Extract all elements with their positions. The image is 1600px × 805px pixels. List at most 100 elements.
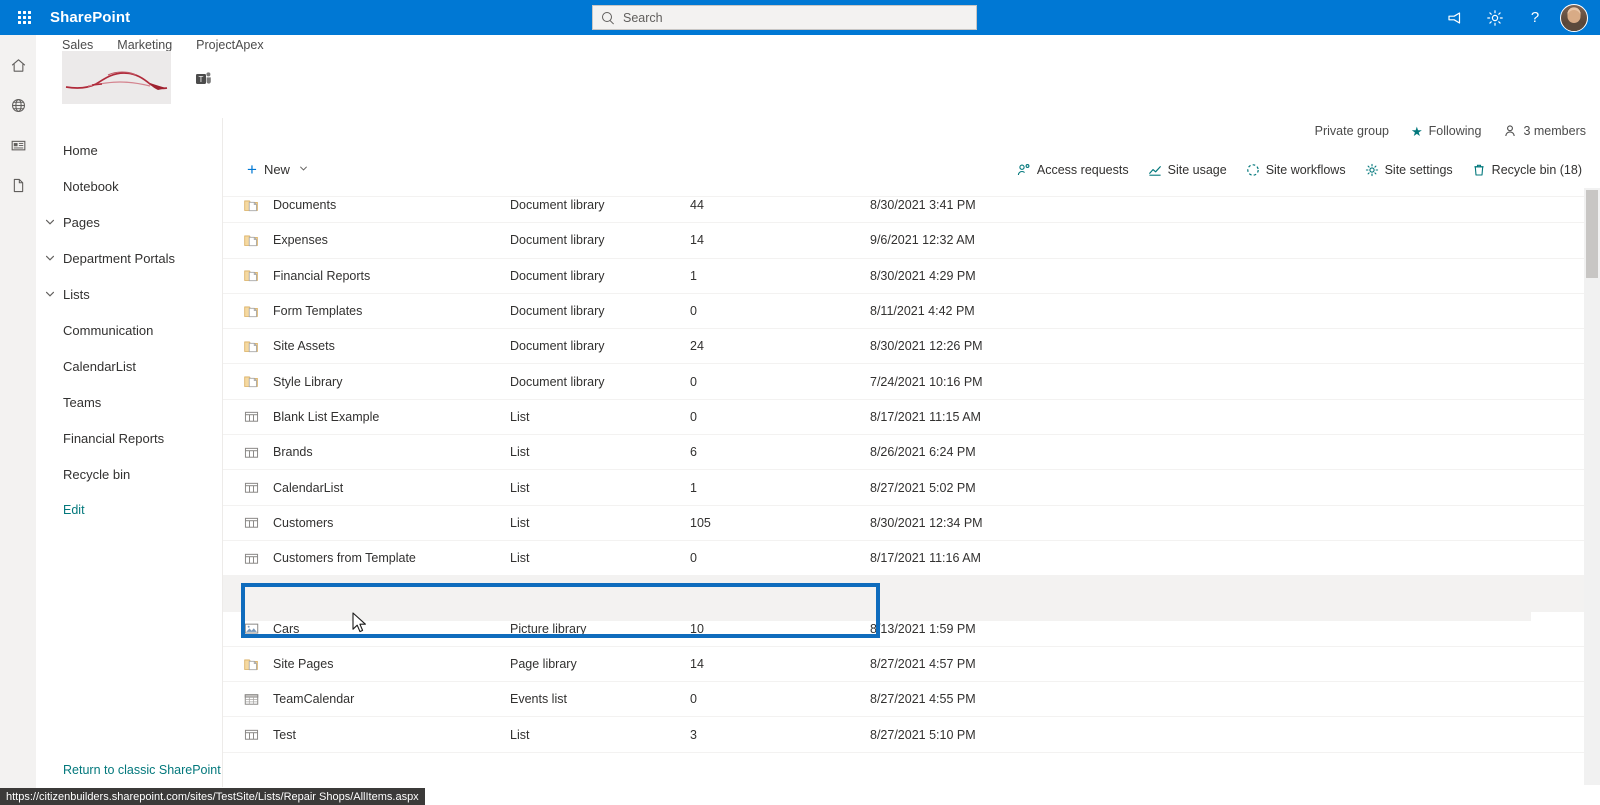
nav-item-teams[interactable]: Teams xyxy=(36,384,222,420)
row-name-link[interactable]: Test xyxy=(265,728,470,742)
table-row-selected[interactable]: Repair Shops ⋮ List 6 8/30/2021 4:09 PM xyxy=(223,576,1584,612)
table-row[interactable]: Site Pages⋮Page library148/27/2021 4:57 … xyxy=(223,647,1584,683)
site-contents-list: Documents ⋮ Document library 44 8/30/2021 3:… xyxy=(223,188,1584,785)
row-name-link[interactable]: Cars xyxy=(265,622,470,636)
megaphone-icon[interactable] xyxy=(1436,0,1474,35)
table-row[interactable]: Blank List Example⋮List08/17/2021 11:15 … xyxy=(223,400,1584,436)
document-library-icon xyxy=(223,197,265,214)
list-icon xyxy=(223,550,265,567)
row-type: List xyxy=(510,727,530,742)
row-name-link[interactable]: Form Templates xyxy=(265,304,470,318)
nav-label: Home xyxy=(63,142,98,158)
nav-item-communication[interactable]: Communication xyxy=(36,312,222,348)
following-button[interactable]: ★ Following xyxy=(1411,124,1481,138)
row-modified-date: 8/30/2021 3:41 PM xyxy=(870,198,976,213)
sharepoint-brand-label[interactable]: SharePoint xyxy=(48,9,130,26)
row-name-link[interactable]: Site Pages xyxy=(265,657,470,671)
row-modified-date: 8/27/2021 4:55 PM xyxy=(870,692,976,707)
table-row[interactable]: Cars⋮Picture library108/13/2021 1:59 PM xyxy=(223,612,1584,647)
scrollbar-thumb[interactable] xyxy=(1586,190,1598,278)
nav-item-recycle-bin[interactable]: Recycle bin xyxy=(36,456,222,492)
nav-item-home[interactable]: Home xyxy=(36,132,222,168)
hub-link-sales[interactable]: Sales xyxy=(62,38,93,52)
table-row[interactable]: Expenses⋮Document library149/6/2021 12:3… xyxy=(223,223,1584,259)
nav-item-notebook[interactable]: Notebook xyxy=(36,168,222,204)
row-name-link[interactable]: Site Assets xyxy=(265,339,470,353)
row-name-link[interactable]: Brands xyxy=(265,445,470,459)
return-to-classic-link[interactable]: Return to classic SharePoint xyxy=(63,763,221,777)
row-name-link[interactable]: CalendarList xyxy=(265,481,470,495)
list-icon xyxy=(223,479,265,496)
members-button[interactable]: 3 members xyxy=(1503,124,1586,138)
person-icon xyxy=(1503,124,1517,138)
nav-item-financial-reports[interactable]: Financial Reports xyxy=(36,420,222,456)
teams-icon[interactable]: T xyxy=(193,68,215,90)
home-icon[interactable] xyxy=(0,45,36,85)
app-rail xyxy=(0,35,36,805)
new-button[interactable]: + New xyxy=(247,161,308,178)
row-overflow-icon[interactable]: ⋮ xyxy=(470,585,510,601)
table-row[interactable]: Style Library⋮Document library07/24/2021… xyxy=(223,364,1584,400)
row-name-link[interactable]: Financial Reports xyxy=(265,269,470,283)
site-workflows-button[interactable]: Site workflows xyxy=(1246,163,1346,177)
row-type: Page library xyxy=(510,657,577,671)
row-name-link[interactable]: Repair Shops xyxy=(265,586,470,600)
chevron-down-icon[interactable] xyxy=(44,216,56,228)
table-row[interactable]: Customers⋮List1058/30/2021 12:34 PM xyxy=(223,506,1584,541)
row-name-link[interactable]: Style Library xyxy=(265,375,470,389)
row-items-count: 14 xyxy=(690,657,704,671)
hub-link-projectapex[interactable]: ProjectApex xyxy=(196,38,263,52)
row-items-count: 24 xyxy=(690,339,704,354)
table-row[interactable]: TeamCalendar⋮Events list08/27/2021 4:55 … xyxy=(223,682,1584,718)
cmd-label: Site workflows xyxy=(1265,162,1346,177)
files-icon[interactable] xyxy=(0,165,36,205)
nav-item-edit[interactable]: Edit xyxy=(36,492,222,528)
row-modified-date: 8/30/2021 12:34 PM xyxy=(870,515,983,530)
nav-label: Teams xyxy=(63,394,102,410)
news-icon[interactable] xyxy=(0,125,36,165)
table-row[interactable]: Site Assets⋮Document library248/30/2021 … xyxy=(223,329,1584,365)
help-icon[interactable]: ? xyxy=(1516,0,1554,35)
waffle-grid xyxy=(17,11,31,24)
nav-label: Pages xyxy=(63,214,100,230)
table-row[interactable]: Test⋮List38/27/2021 5:10 PM xyxy=(223,717,1584,753)
command-bar-actions: Access requests Site usage Site workflow… xyxy=(1017,151,1582,188)
nav-label: Communication xyxy=(63,322,154,338)
table-row[interactable]: Customers from Template⋮List08/17/2021 1… xyxy=(223,541,1584,577)
search-box[interactable]: Search xyxy=(592,5,977,30)
site-settings-button[interactable]: Site settings xyxy=(1365,163,1453,177)
nav-item-lists[interactable]: Lists xyxy=(36,276,222,312)
nav-item-department-portals[interactable]: Department Portals xyxy=(36,240,222,276)
gear-icon[interactable] xyxy=(1476,0,1514,35)
site-usage-button[interactable]: Site usage xyxy=(1148,163,1227,177)
row-modified-date: 9/6/2021 12:32 AM xyxy=(870,233,975,248)
row-type: List xyxy=(510,445,530,460)
document-library-icon xyxy=(223,373,265,390)
hub-link-marketing[interactable]: Marketing xyxy=(117,38,172,52)
row-name-link[interactable]: TeamCalendar xyxy=(265,692,470,706)
row-name-link[interactable]: Expenses xyxy=(265,233,470,247)
vertical-scrollbar[interactable] xyxy=(1584,188,1600,785)
table-row[interactable]: Brands⋮List68/26/2021 6:24 PM xyxy=(223,435,1584,471)
access-requests-button[interactable]: Access requests xyxy=(1017,163,1129,177)
table-row[interactable]: CalendarList⋮List18/27/2021 5:02 PM xyxy=(223,470,1584,506)
row-modified-date: 8/30/2021 4:29 PM xyxy=(870,268,976,283)
table-row[interactable]: Financial Reports⋮Document library18/30/… xyxy=(223,259,1584,294)
nav-item-calendarlist[interactable]: CalendarList xyxy=(36,348,222,384)
nav-item-pages[interactable]: Pages xyxy=(36,204,222,240)
globe-icon[interactable] xyxy=(0,85,36,125)
row-name-link[interactable]: Customers from Template xyxy=(265,551,470,565)
chevron-down-icon[interactable] xyxy=(299,164,308,175)
recycle-bin-button[interactable]: Recycle bin (18) xyxy=(1472,163,1582,177)
chevron-down-icon[interactable] xyxy=(44,288,56,300)
chevron-down-icon[interactable] xyxy=(44,252,56,264)
row-name-link[interactable]: Blank List Example xyxy=(265,410,470,424)
row-name-link[interactable]: Customers xyxy=(265,516,470,530)
site-navigation: Home Notebook Pages Department Portals L… xyxy=(36,118,223,787)
avatar[interactable] xyxy=(1560,3,1588,32)
table-row[interactable]: Documents⋮Document library448/30/2021 3:… xyxy=(223,188,1584,224)
row-name-link[interactable]: Documents xyxy=(265,198,470,212)
search-input[interactable]: Search xyxy=(592,5,977,30)
table-row[interactable]: Form Templates⋮Document library08/11/202… xyxy=(223,294,1584,330)
app-launcher-icon[interactable] xyxy=(0,0,48,35)
